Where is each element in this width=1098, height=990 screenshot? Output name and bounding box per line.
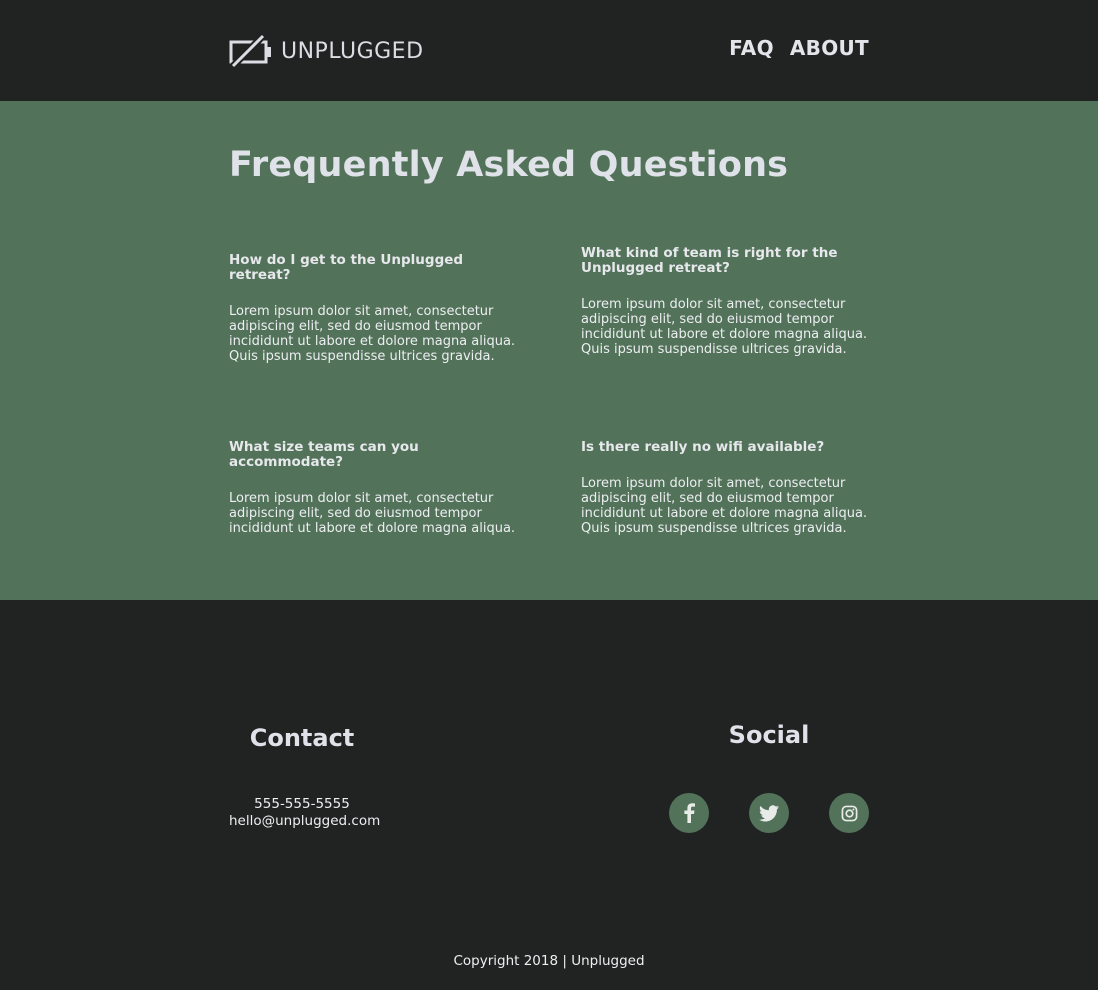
instagram-button[interactable] bbox=[829, 793, 869, 833]
faq-answer: Lorem ipsum dolor sit amet, consectetur … bbox=[581, 476, 868, 536]
logo-text: UNPLUGGED bbox=[281, 38, 424, 64]
contact-email-link[interactable]: hello@unplugged.com bbox=[229, 813, 380, 829]
contact-heading: Contact bbox=[249, 724, 355, 752]
site-footer: Contact 555-555-5555 hello@unplugged.com… bbox=[0, 600, 1098, 990]
instagram-icon bbox=[841, 805, 857, 821]
faq-answer: Lorem ipsum dolor sit amet, consectetur … bbox=[229, 491, 516, 536]
faq-answer: Lorem ipsum dolor sit amet, consectetur … bbox=[581, 297, 868, 357]
logo-link[interactable]: UNPLUGGED bbox=[229, 33, 424, 69]
site-header: UNPLUGGED FAQ ABOUT bbox=[0, 0, 1098, 101]
contact-phone: 555-555-5555 bbox=[254, 796, 350, 812]
faq-item: What kind of team is right for the Unplu… bbox=[581, 245, 881, 358]
nav-about[interactable]: ABOUT bbox=[790, 36, 869, 60]
copyright-text: Copyright 2018 | Unplugged bbox=[453, 953, 645, 969]
faq-question: Is there really no wifi available? bbox=[581, 439, 825, 455]
faq-item: How do I get to the Unplugged retreat? L… bbox=[229, 252, 529, 365]
nav-faq[interactable]: FAQ bbox=[729, 36, 774, 60]
page-title: Frequently Asked Questions bbox=[229, 145, 789, 185]
twitter-button[interactable] bbox=[749, 793, 789, 833]
facebook-icon bbox=[684, 803, 695, 823]
main-nav: FAQ ABOUT bbox=[729, 36, 869, 60]
social-heading: Social bbox=[728, 721, 810, 749]
facebook-button[interactable] bbox=[669, 793, 709, 833]
faq-question: How do I get to the Unplugged retreat? bbox=[229, 252, 464, 283]
twitter-icon bbox=[759, 804, 779, 821]
faq-item: Is there really no wifi available? Lorem… bbox=[581, 439, 881, 537]
faq-item: What size teams can you accommodate? Lor… bbox=[229, 439, 529, 537]
faq-answer: Lorem ipsum dolor sit amet, consectetur … bbox=[229, 304, 516, 364]
unplugged-battery-icon bbox=[229, 33, 271, 69]
faq-question: What size teams can you accommodate? bbox=[229, 439, 419, 470]
faq-question: What kind of team is right for the Unplu… bbox=[581, 245, 838, 276]
faq-section: Frequently Asked Questions How do I get … bbox=[0, 101, 1098, 600]
